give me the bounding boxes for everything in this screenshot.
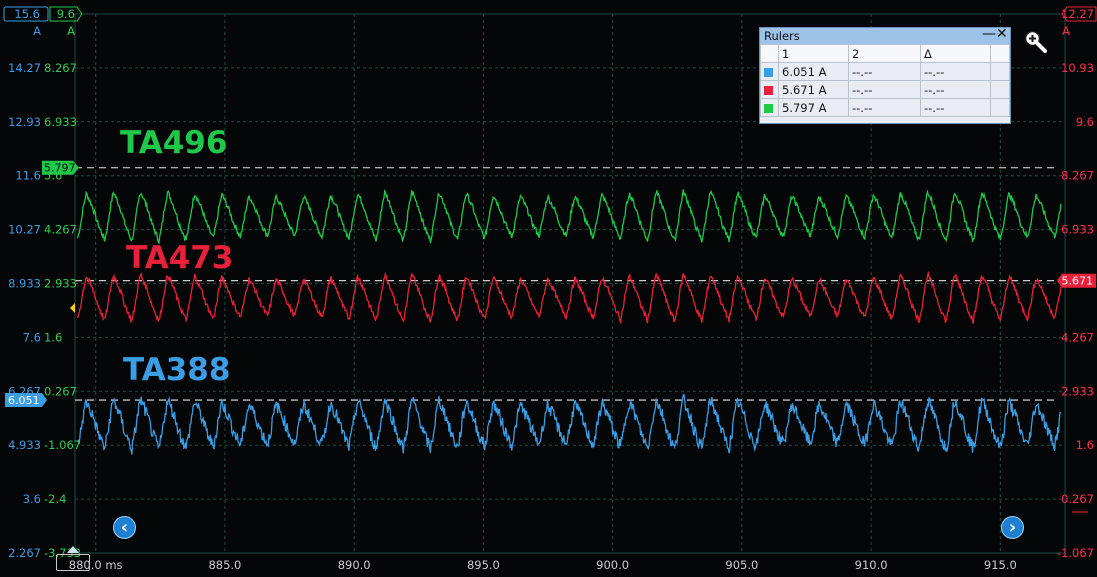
green-axis-unit: A (67, 24, 75, 38)
ruler-tag-green: 5.797 (44, 162, 76, 175)
minimize-icon[interactable]: — (982, 26, 996, 42)
scroll-left-button[interactable]: ‹ (113, 516, 136, 539)
ruler-value-2: --.-- (848, 98, 921, 117)
rulers-header-extra (990, 44, 1010, 63)
red-axis-top: 12.27 (1061, 7, 1094, 21)
red-axis-tick: 8.267 (1061, 169, 1094, 183)
rulers-header-2: 2 (848, 44, 921, 63)
blue-axis-tick: 2.267 (8, 546, 41, 560)
ruler-tag-red: 5.671 (1062, 275, 1094, 288)
trace-label-green: TA496 (120, 125, 227, 161)
ruler-delta: --.-- (920, 80, 991, 99)
red-axis-tick: 9.6 (1076, 115, 1094, 129)
green-axis-tick: 1.6 (44, 330, 62, 344)
ruler-value-1: 5.797 A (778, 98, 849, 117)
red-axis-tick: 0.267 (1061, 492, 1094, 506)
red-axis-tick: 4.267 (1061, 330, 1094, 344)
rulers-header-1: 1 (778, 44, 849, 63)
green-axis-tick: 8.267 (44, 61, 77, 75)
swatch-green (764, 103, 773, 113)
green-axis-tick: -1.067 (44, 438, 81, 452)
rulers-title: Rulers (764, 29, 800, 43)
red-axis-unit: A (1062, 24, 1070, 38)
x-tick-label: 915.0 (984, 558, 1017, 572)
blue-axis-tick: 7.6 (23, 330, 41, 344)
blue-axis-tick: 8.933 (8, 277, 41, 291)
blue-axis-tick: 4.933 (8, 438, 41, 452)
rulers-panel[interactable]: Rulers — ✕ 1 2 Δ 6.051 A --.-- --.-- 5.6… (759, 26, 1011, 124)
trace-label-blue: TA388 (123, 352, 230, 388)
swatch-red (764, 85, 773, 95)
x-tick-label: 895.0 (467, 558, 500, 572)
ruler-value-1: 5.671 A (778, 80, 849, 99)
swatch-blue (764, 67, 773, 77)
close-icon[interactable]: ✕ (996, 26, 1008, 42)
green-axis-tick: 4.267 (44, 223, 77, 237)
rulers-header-row: 1 2 Δ (760, 44, 1010, 63)
rulers-table: 1 2 Δ 6.051 A --.-- --.-- 5.671 A --.-- … (760, 44, 1010, 117)
red-axis-tick: 2.933 (1061, 384, 1094, 398)
ruler-tag-blue: 6.051 (8, 394, 40, 407)
blue-axis-tick: 11.6 (15, 169, 41, 183)
green-axis-tick: 6.933 (44, 115, 77, 129)
ruler-row-blue[interactable]: 6.051 A --.-- --.-- (760, 62, 1010, 81)
red-axis-tick: 10.93 (1061, 61, 1094, 75)
green-axis-tick: 0.267 (44, 384, 77, 398)
zoom-in-icon[interactable] (1023, 29, 1047, 53)
trace-label-red: TA473 (126, 240, 233, 276)
ruler-value-1: 6.051 A (778, 62, 849, 81)
ruler-delta: --.-- (920, 98, 991, 117)
ruler-delta: --.-- (920, 62, 991, 81)
scroll-right-button[interactable]: › (1001, 516, 1024, 539)
x-tick-label: 890.0 (338, 558, 371, 572)
blue-axis-tick: 12.93 (8, 115, 41, 129)
x-tick-label: 910.0 (855, 558, 888, 572)
red-axis-tick: 1.6 (1076, 438, 1094, 452)
blue-axis-tick: 10.27 (8, 223, 41, 237)
green-axis-top: 9.6 (57, 7, 75, 21)
rulers-header-swatch (760, 44, 779, 63)
rulers-header-delta: Δ (920, 44, 991, 63)
x-tick-label: 905.0 (725, 558, 758, 572)
blue-axis-top: 15.6 (14, 7, 40, 21)
timebase-box[interactable] (56, 554, 90, 571)
green-axis-tick: 2.933 (44, 277, 77, 291)
ruler-value-2: --.-- (848, 80, 921, 99)
x-tick-label: 900.0 (596, 558, 629, 572)
x-tick-label: 885.0 (208, 558, 241, 572)
blue-axis-unit: A (33, 24, 41, 38)
rulers-titlebar[interactable]: Rulers — ✕ (760, 26, 1010, 44)
green-axis-tick: -2.4 (44, 492, 66, 506)
blue-axis-tick: 3.6 (23, 492, 41, 506)
ruler-row-green[interactable]: 5.797 A --.-- --.-- (760, 98, 1010, 117)
red-axis-tick: -1.067 (1057, 546, 1094, 560)
ruler-value-2: --.-- (848, 62, 921, 81)
red-axis-tick: 6.933 (1061, 223, 1094, 237)
blue-axis-tick: 14.27 (8, 61, 41, 75)
ruler-row-red[interactable]: 5.671 A --.-- --.-- (760, 80, 1010, 99)
